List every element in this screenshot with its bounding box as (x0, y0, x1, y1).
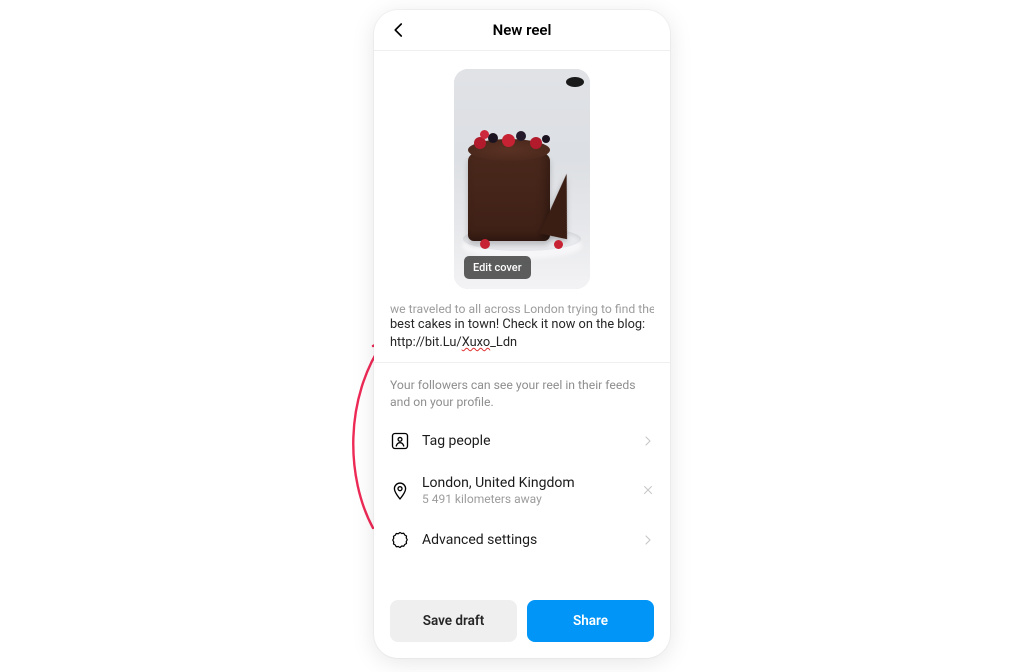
location-subtitle: 5 491 kilometers away (422, 492, 630, 506)
page-title: New reel (493, 21, 552, 39)
clear-location-button[interactable] (642, 481, 654, 500)
cover-berry (554, 240, 563, 249)
caption-line: best cakes in town! Check it now on the … (390, 317, 645, 350)
cover-section: Edit cover (374, 51, 670, 301)
location-title: London, United Kingdom (422, 475, 630, 491)
cover-berry (488, 133, 498, 143)
chevron-right-icon (642, 531, 654, 550)
tag-people-label: Tag people (422, 433, 630, 449)
header-bar: New reel (374, 10, 670, 51)
spacer (374, 562, 670, 590)
cover-preview[interactable]: Edit cover (454, 69, 590, 289)
caption-spellcheck-word: Xuxo (462, 335, 490, 350)
gear-icon (390, 530, 410, 550)
caption-cut-line: we traveled to all across London trying … (390, 301, 654, 318)
chevron-left-icon (390, 21, 408, 39)
save-draft-button[interactable]: Save draft (390, 600, 517, 642)
back-button[interactable] (384, 10, 414, 50)
share-button[interactable]: Share (527, 600, 654, 642)
advanced-settings-label: Advanced settings (422, 532, 630, 548)
cover-berry (502, 134, 515, 147)
tag-people-icon (390, 431, 410, 451)
edit-cover-button[interactable]: Edit cover (464, 256, 531, 279)
footer-actions: Save draft Share (374, 590, 670, 658)
location-pin-icon (390, 481, 410, 501)
cover-berry (480, 239, 490, 249)
cover-cake-body (468, 153, 550, 241)
caption-input[interactable]: we traveled to all across London trying … (374, 301, 670, 363)
cover-cup (566, 77, 584, 87)
tag-people-row[interactable]: Tag people (374, 419, 670, 463)
phone-frame: New reel Edit cover (374, 10, 670, 658)
chevron-right-icon (642, 432, 654, 451)
cover-berry (542, 135, 550, 143)
cover-berry (516, 131, 526, 141)
visibility-note: Your followers can see your reel in thei… (374, 363, 670, 419)
cover-berry (480, 130, 489, 139)
close-icon (642, 484, 654, 496)
advanced-settings-row[interactable]: Advanced settings (374, 518, 670, 562)
cover-berry (530, 137, 542, 149)
location-row[interactable]: London, United Kingdom 5 491 kilometers … (374, 463, 670, 518)
content-area: Edit cover we traveled to all across Lon… (374, 51, 670, 658)
